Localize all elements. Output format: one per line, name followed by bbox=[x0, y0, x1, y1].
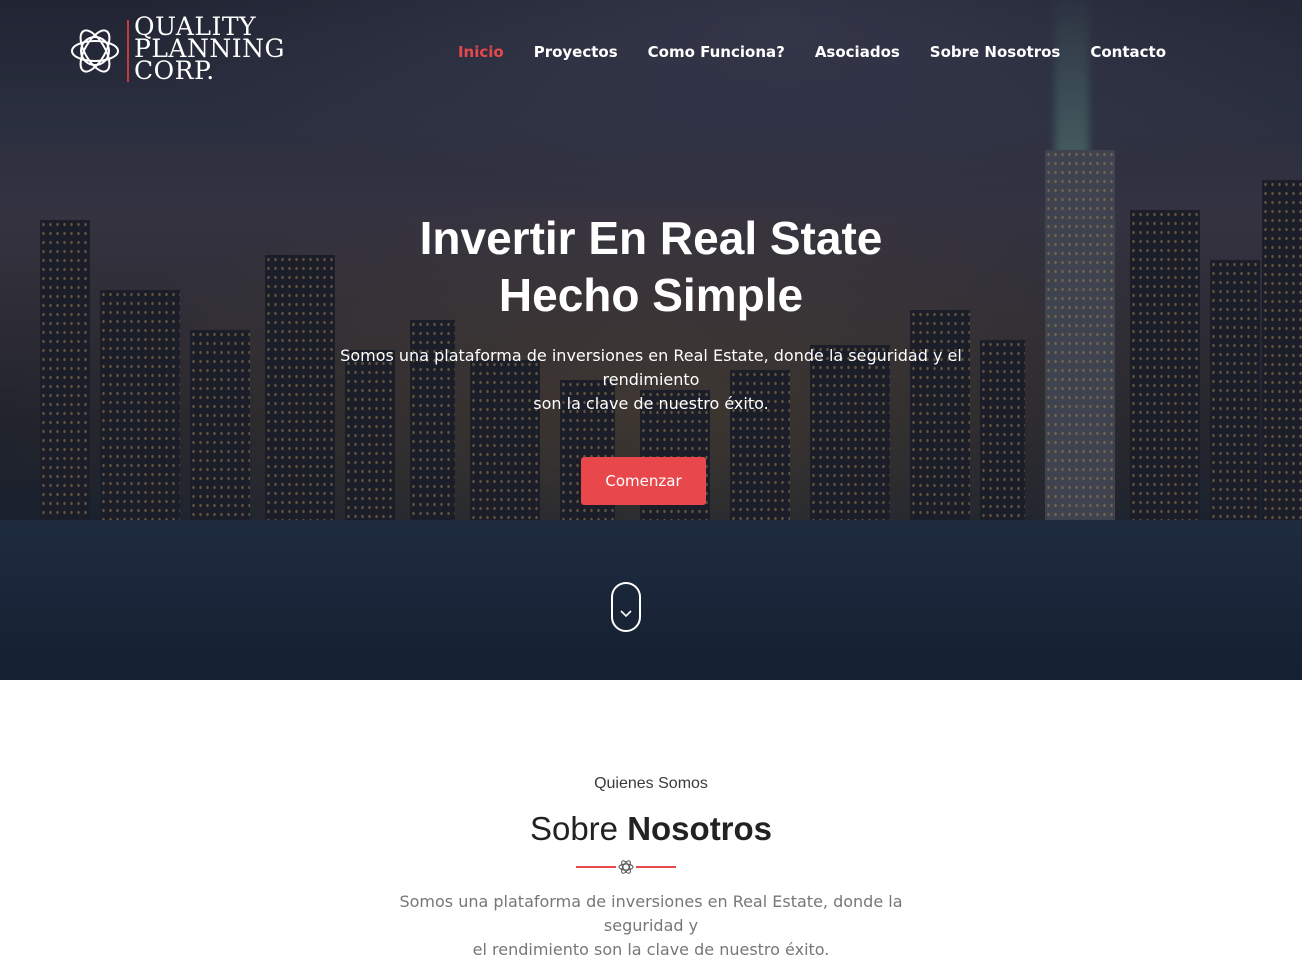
nav-item-proyectos[interactable]: Proyectos bbox=[534, 40, 618, 64]
divider-line bbox=[636, 866, 676, 868]
section-kicker: Quienes Somos bbox=[594, 775, 708, 792]
hero-title-line: Invertir En Real State bbox=[419, 212, 883, 264]
atom-icon bbox=[618, 860, 634, 874]
scroll-down-button[interactable] bbox=[611, 582, 641, 632]
section-divider bbox=[576, 857, 676, 877]
hero-subtitle-line: Somos una plataforma de inversiones en R… bbox=[340, 346, 962, 389]
nav-item-contacto[interactable]: Contacto bbox=[1090, 40, 1166, 64]
logo-divider bbox=[127, 20, 129, 82]
comenzar-button[interactable]: Comenzar bbox=[581, 457, 706, 505]
section-title-light: Sobre bbox=[529, 810, 619, 847]
description-line: Somos una plataforma de inversiones en R… bbox=[399, 892, 903, 935]
hero-title: Invertir En Real State Hecho Simple bbox=[301, 210, 1001, 324]
atom-logo-icon bbox=[71, 29, 119, 73]
chevron-down-icon bbox=[620, 610, 632, 618]
nav-item-como-funciona[interactable]: Como Funciona? bbox=[648, 40, 785, 64]
hero-section: QUALITY PLANNING CORP. Inicio Proyectos … bbox=[0, 0, 1302, 680]
navbar: QUALITY PLANNING CORP. Inicio Proyectos … bbox=[0, 0, 1302, 100]
brand-logo[interactable]: QUALITY PLANNING CORP. bbox=[70, 14, 290, 88]
divider-line bbox=[576, 866, 616, 868]
nav-item-inicio[interactable]: Inicio bbox=[458, 40, 504, 64]
main-menu: Inicio Proyectos Como Funciona? Asociado… bbox=[428, 40, 1166, 64]
brand-line: CORP. bbox=[134, 56, 215, 85]
hero-content: Invertir En Real State Hecho Simple Somo… bbox=[0, 210, 1302, 505]
nav-item-sobre-nosotros[interactable]: Sobre Nosotros bbox=[930, 40, 1061, 64]
section-description: Somos una plataforma de inversiones en R… bbox=[0, 890, 1302, 962]
hero-subtitle: Somos una plataforma de inversiones en R… bbox=[301, 344, 1001, 416]
hero-subtitle-line: son la clave de nuestro éxito. bbox=[533, 394, 769, 413]
nav-item-asociados[interactable]: Asociados bbox=[815, 40, 900, 64]
about-section: Quienes Somos Sobre Nosotros Somos una p… bbox=[0, 680, 1302, 959]
brand-name: QUALITY PLANNING CORP. bbox=[134, 14, 285, 85]
hero-title-line: Hecho Simple bbox=[498, 269, 804, 321]
section-title: Sobre Nosotros bbox=[0, 810, 1302, 848]
section-title-bold: Nosotros bbox=[627, 810, 773, 847]
description-line: el rendimiento son la clave de nuestro é… bbox=[472, 940, 830, 959]
